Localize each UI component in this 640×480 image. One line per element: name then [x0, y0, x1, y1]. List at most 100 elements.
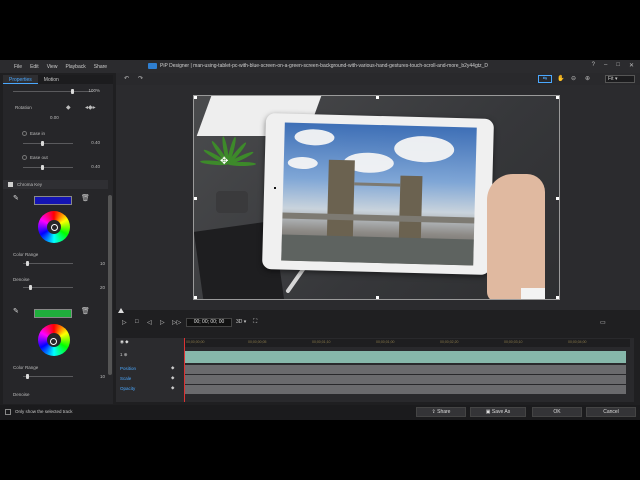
trash-icon[interactable]: 🗑	[81, 307, 90, 315]
preview-canvas[interactable]: ✥	[193, 95, 560, 300]
clip-track[interactable]	[184, 351, 626, 363]
anchor-point[interactable]	[274, 187, 276, 189]
tab-properties[interactable]: Properties	[3, 75, 38, 84]
resize-handle[interactable]	[556, 96, 559, 99]
zoom-out-icon[interactable]: ⊖	[571, 75, 576, 82]
only-show-selected-checkbox[interactable]	[5, 409, 11, 415]
color-wheel-green[interactable]	[38, 324, 70, 356]
resize-handle[interactable]	[194, 96, 197, 99]
resize-handle[interactable]	[556, 296, 559, 299]
pot	[216, 191, 248, 213]
keyframe-add-icon[interactable]: ◆	[66, 104, 71, 111]
color-range-knob-1[interactable]	[26, 261, 29, 266]
3d-mode-dropdown[interactable]: 3D ▾	[236, 319, 246, 325]
keyframe-nav-icon[interactable]: ◆	[171, 375, 174, 381]
color-wheel-marker[interactable]	[50, 338, 57, 345]
rotation-value[interactable]: 0.00	[50, 115, 59, 120]
opacity-track[interactable]	[184, 385, 626, 394]
resize-handle[interactable]	[194, 296, 197, 299]
ease-in-slider[interactable]	[23, 141, 73, 146]
position-track[interactable]	[184, 365, 626, 374]
keyframe-nav-icon[interactable]: ◆	[171, 365, 174, 371]
cloud	[393, 135, 455, 163]
select-mode-icon[interactable]: ⇆	[538, 75, 552, 83]
color-wheel-blue[interactable]	[38, 211, 70, 243]
denoise-slider-1[interactable]	[23, 285, 73, 290]
fast-forward-icon[interactable]: ▷▷	[172, 319, 181, 326]
menu-edit[interactable]: Edit	[30, 64, 39, 70]
track-row-scale[interactable]: Scale	[120, 376, 131, 381]
save-as-button[interactable]: ▣ Save As	[470, 407, 526, 417]
menu-share[interactable]: Share	[94, 64, 107, 70]
ease-in-knob[interactable]	[41, 141, 44, 146]
tab-motion[interactable]: Motion	[38, 75, 65, 84]
chroma-key-checkbox[interactable]	[8, 182, 13, 187]
color-range-slider-1[interactable]	[23, 261, 73, 266]
color-wheel-marker[interactable]	[51, 224, 58, 231]
undo-icon[interactable]: ↶	[124, 75, 129, 82]
ease-out-slider[interactable]	[23, 165, 73, 170]
ease-in-label: Ease in	[30, 131, 46, 136]
denoise-label-2: Denoise	[13, 392, 30, 397]
menu-playback[interactable]: Playback	[65, 64, 85, 70]
track-row-position[interactable]: Position	[120, 366, 136, 371]
cancel-button[interactable]: Cancel	[586, 407, 636, 417]
fullscreen-icon[interactable]: ⛶	[253, 319, 257, 326]
maximize-button[interactable]: □	[616, 62, 620, 69]
share-button[interactable]: ⇪ Share	[416, 407, 466, 417]
color-range-knob-2[interactable]	[26, 374, 29, 379]
resize-handle[interactable]	[376, 96, 379, 99]
zoom-fit-dropdown[interactable]: Fit ▾	[605, 75, 635, 83]
keyframe-nav-icon[interactable]: ◆	[171, 385, 174, 391]
leaf	[228, 162, 256, 166]
ruler-tick: 00;00;04;00	[568, 340, 587, 344]
close-button[interactable]: ✕	[629, 62, 634, 69]
eyedropper-icon[interactable]: ✎	[13, 194, 19, 202]
time-ruler[interactable]: 00;00;00;00 00;00;00;05 00;00;01;10 00;0…	[184, 339, 630, 347]
zoom-in-icon[interactable]: ⊕	[585, 75, 590, 82]
key-color-swatch-blue[interactable]	[34, 196, 72, 205]
timecode-display[interactable]: 00; 00; 00; 00	[186, 318, 232, 327]
hand-icon[interactable]: ✋	[557, 75, 564, 82]
ease-out-knob[interactable]	[41, 165, 44, 170]
resize-handle[interactable]	[376, 296, 379, 299]
zoom-fit-value: Fit	[608, 76, 614, 82]
help-button[interactable]: ?	[592, 62, 595, 69]
top-slider-knob[interactable]	[71, 89, 74, 94]
track-row-opacity[interactable]: Opacity	[120, 386, 135, 391]
playhead[interactable]	[184, 338, 185, 402]
ease-out-radio[interactable]	[22, 155, 27, 160]
stop-icon[interactable]: □	[135, 319, 139, 325]
eyedropper-icon[interactable]: ✎	[13, 307, 19, 315]
properties-panel: Properties Motion 100% Rotation ◆ ◂◆▸ 0.…	[3, 75, 113, 404]
panel-scrollbar[interactable]	[108, 195, 112, 375]
scale-track[interactable]	[184, 375, 626, 384]
monitor-icon[interactable]: ▭	[600, 319, 606, 326]
color-range-slider-2[interactable]	[23, 374, 73, 379]
ease-in-radio[interactable]	[22, 131, 27, 136]
minimize-button[interactable]: –	[604, 62, 607, 69]
top-slider[interactable]	[13, 89, 93, 94]
keyframe-nav-icon[interactable]: ◂◆▸	[85, 104, 96, 111]
previous-frame-icon[interactable]: ◁	[147, 319, 152, 326]
denoise-label-1: Denoise	[13, 277, 30, 282]
chroma-key-section[interactable]: Chroma Key	[3, 180, 108, 189]
next-frame-icon[interactable]: ▷	[160, 319, 165, 326]
ok-button[interactable]: OK	[532, 407, 582, 417]
key-color-swatch-green[interactable]	[34, 309, 72, 318]
play-icon[interactable]: ▷	[122, 319, 127, 326]
timeline-header-icons[interactable]: ◉ ◆	[120, 339, 129, 345]
menu-file[interactable]: File	[14, 64, 22, 70]
color-range-value-1: 10	[99, 261, 105, 266]
hand-image	[487, 174, 545, 299]
rotation-label: Rotation	[15, 105, 32, 110]
resize-handle[interactable]	[556, 197, 559, 200]
canvas-corner-marker-icon[interactable]	[118, 308, 124, 313]
ruler-tick: 00;00;03;10	[504, 340, 523, 344]
trash-icon[interactable]: 🗑	[81, 194, 90, 202]
denoise-knob-1[interactable]	[29, 285, 32, 290]
pip-designer-window: File Edit View Playback Share PiP Design…	[0, 60, 640, 420]
resize-handle[interactable]	[194, 197, 197, 200]
redo-icon[interactable]: ↷	[138, 75, 143, 82]
menu-view[interactable]: View	[47, 64, 58, 70]
